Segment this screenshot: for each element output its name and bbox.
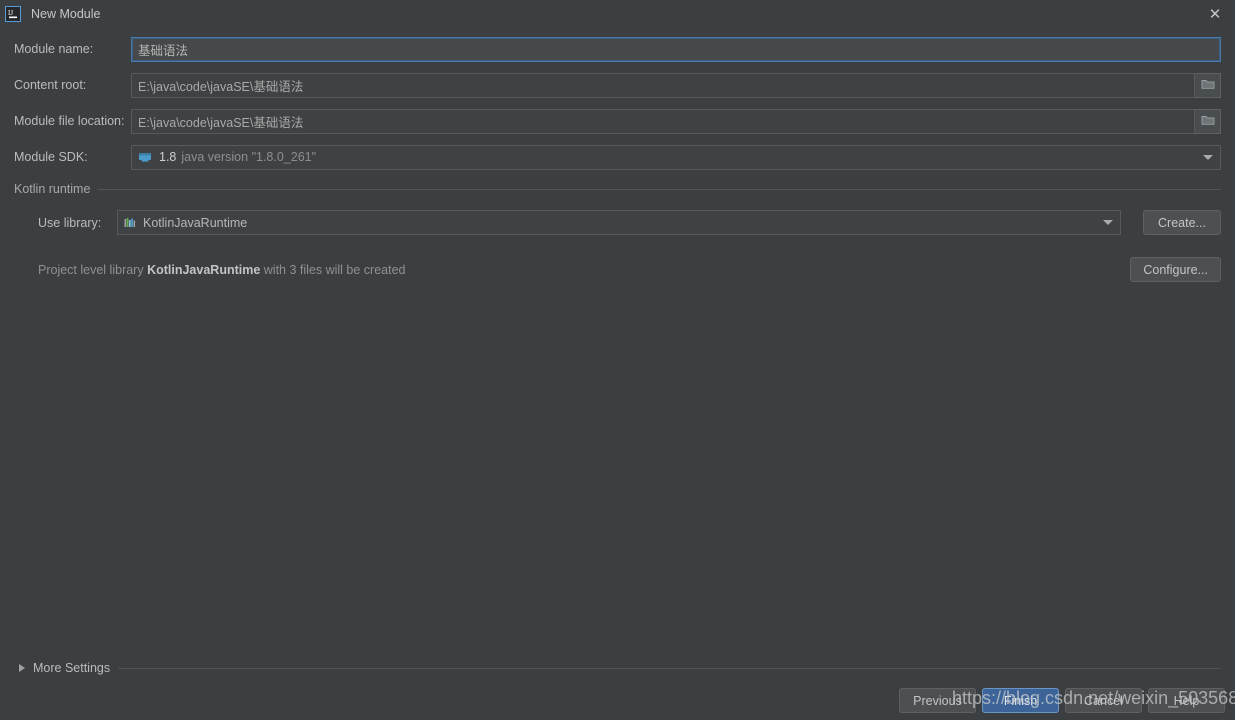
module-sdk-label: Module SDK:	[14, 150, 88, 164]
more-settings-divider	[118, 667, 1221, 669]
content-root-browse-button[interactable]	[1195, 72, 1221, 98]
folder-icon	[1201, 78, 1215, 93]
kotlin-runtime-group: Kotlin runtime Use library: KotlinJavaRu…	[0, 180, 1235, 282]
group-divider	[98, 188, 1221, 190]
previous-button[interactable]: Previous	[899, 688, 976, 713]
kotlin-runtime-title: Kotlin runtime	[14, 182, 91, 196]
module-file-location-row: Module file location: E:\java\code\javaS…	[14, 108, 1221, 134]
kotlin-runtime-header: Kotlin runtime	[14, 180, 1221, 198]
hint-suffix: with 3 files will be created	[260, 262, 406, 277]
jdk-icon	[138, 151, 153, 163]
content-root-label: Content root:	[14, 78, 87, 92]
dialog-footer: Previous Finish Cancel Help	[899, 688, 1225, 713]
svg-text:IJ: IJ	[8, 9, 13, 17]
module-name-row: Module name: 基础语法	[14, 36, 1221, 62]
module-name-label: Module name:	[14, 42, 94, 56]
create-library-button[interactable]: Create...	[1143, 210, 1221, 235]
use-library-label: Use library:	[38, 215, 102, 230]
chevron-right-icon	[19, 664, 25, 672]
module-file-location-browse-button[interactable]	[1195, 108, 1221, 134]
help-button[interactable]: Help	[1148, 688, 1225, 713]
folder-icon	[1201, 114, 1215, 129]
hint-library-name: KotlinJavaRuntime	[147, 262, 261, 277]
more-settings-section[interactable]: More Settings	[14, 661, 1221, 675]
cancel-button[interactable]: Cancel	[1065, 688, 1142, 713]
library-icon	[124, 217, 137, 229]
module-form: Module name: 基础语法 Content root: E:\java\…	[0, 28, 1235, 170]
use-library-value: KotlinJavaRuntime	[143, 215, 248, 230]
finish-button[interactable]: Finish	[982, 688, 1059, 713]
chevron-down-icon[interactable]	[1096, 211, 1120, 234]
module-file-location-input[interactable]: E:\java\code\javaSE\基础语法	[131, 108, 1195, 134]
title-bar: IJ New Module ✕	[0, 0, 1235, 28]
hint-prefix: Project level library	[38, 262, 148, 277]
content-root-input[interactable]: E:\java\code\javaSE\基础语法	[131, 72, 1195, 98]
window-title: New Module	[31, 7, 101, 21]
module-sdk-version: 1.8	[159, 150, 177, 164]
library-hint-text: Project level library KotlinJavaRuntime …	[14, 263, 406, 277]
module-sdk-dropdown[interactable]: 1.8 java version "1.8.0_261"	[131, 144, 1221, 170]
use-library-row: Use library: KotlinJavaRuntime Create...	[14, 210, 1221, 235]
more-settings-label: More Settings	[33, 661, 111, 675]
module-sdk-description: java version "1.8.0_261"	[181, 150, 317, 164]
intellij-idea-icon: IJ	[5, 6, 21, 22]
module-name-input[interactable]: 基础语法	[131, 36, 1221, 62]
content-root-row: Content root: E:\java\code\javaSE\基础语法	[14, 72, 1221, 98]
library-hint-row: Project level library KotlinJavaRuntime …	[14, 257, 1221, 282]
chevron-down-icon[interactable]	[1196, 146, 1220, 169]
use-library-dropdown[interactable]: KotlinJavaRuntime	[117, 210, 1121, 235]
configure-button[interactable]: Configure...	[1130, 257, 1221, 282]
module-file-location-label: Module file location:	[14, 114, 125, 128]
close-icon[interactable]: ✕	[1195, 0, 1235, 28]
module-sdk-row: Module SDK: 1.8 java version "1.8.0_261"	[14, 144, 1221, 170]
